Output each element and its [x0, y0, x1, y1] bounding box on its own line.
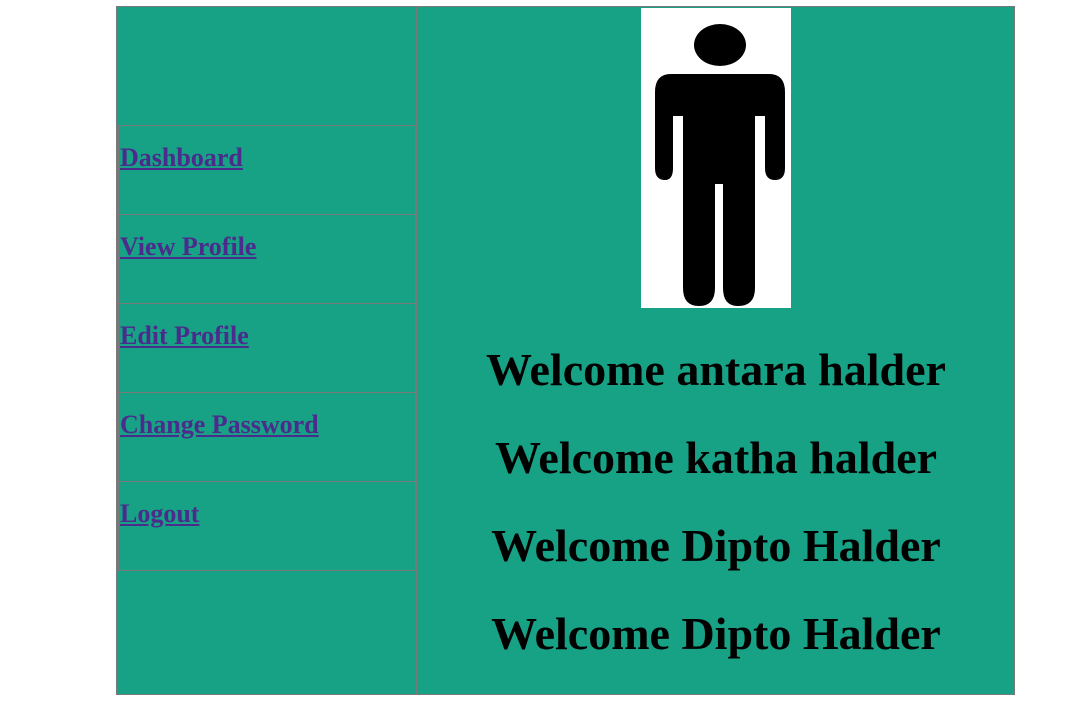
welcome-message: Welcome katha halder [494, 432, 938, 483]
sidebar-nav: Dashboard View Profile Edit Profile Chan… [118, 125, 416, 571]
view-profile-link[interactable]: View Profile [120, 231, 256, 263]
main-content: Welcome antara halder Welcome katha hald… [418, 7, 1014, 694]
page-layout-table: Dashboard View Profile Edit Profile Chan… [116, 6, 1015, 695]
sidebar: Dashboard View Profile Edit Profile Chan… [117, 7, 417, 694]
sidebar-item-view-profile: View Profile [118, 214, 416, 304]
welcome-message: Welcome Dipto Halder [491, 520, 941, 571]
welcome-message: Welcome Dipto Halder [491, 608, 941, 659]
dashboard-link[interactable]: Dashboard [120, 142, 243, 174]
person-silhouette-icon [655, 24, 785, 306]
sidebar-item-dashboard: Dashboard [118, 125, 416, 215]
change-password-link[interactable]: Change Password [120, 409, 319, 441]
edit-profile-link[interactable]: Edit Profile [120, 320, 249, 352]
welcome-message: Welcome antara halder [486, 344, 946, 395]
logout-link[interactable]: Logout [120, 498, 199, 530]
sidebar-item-change-password: Change Password [118, 392, 416, 482]
sidebar-item-edit-profile: Edit Profile [118, 303, 416, 393]
sidebar-item-logout: Logout [118, 481, 416, 571]
avatar [641, 8, 791, 308]
